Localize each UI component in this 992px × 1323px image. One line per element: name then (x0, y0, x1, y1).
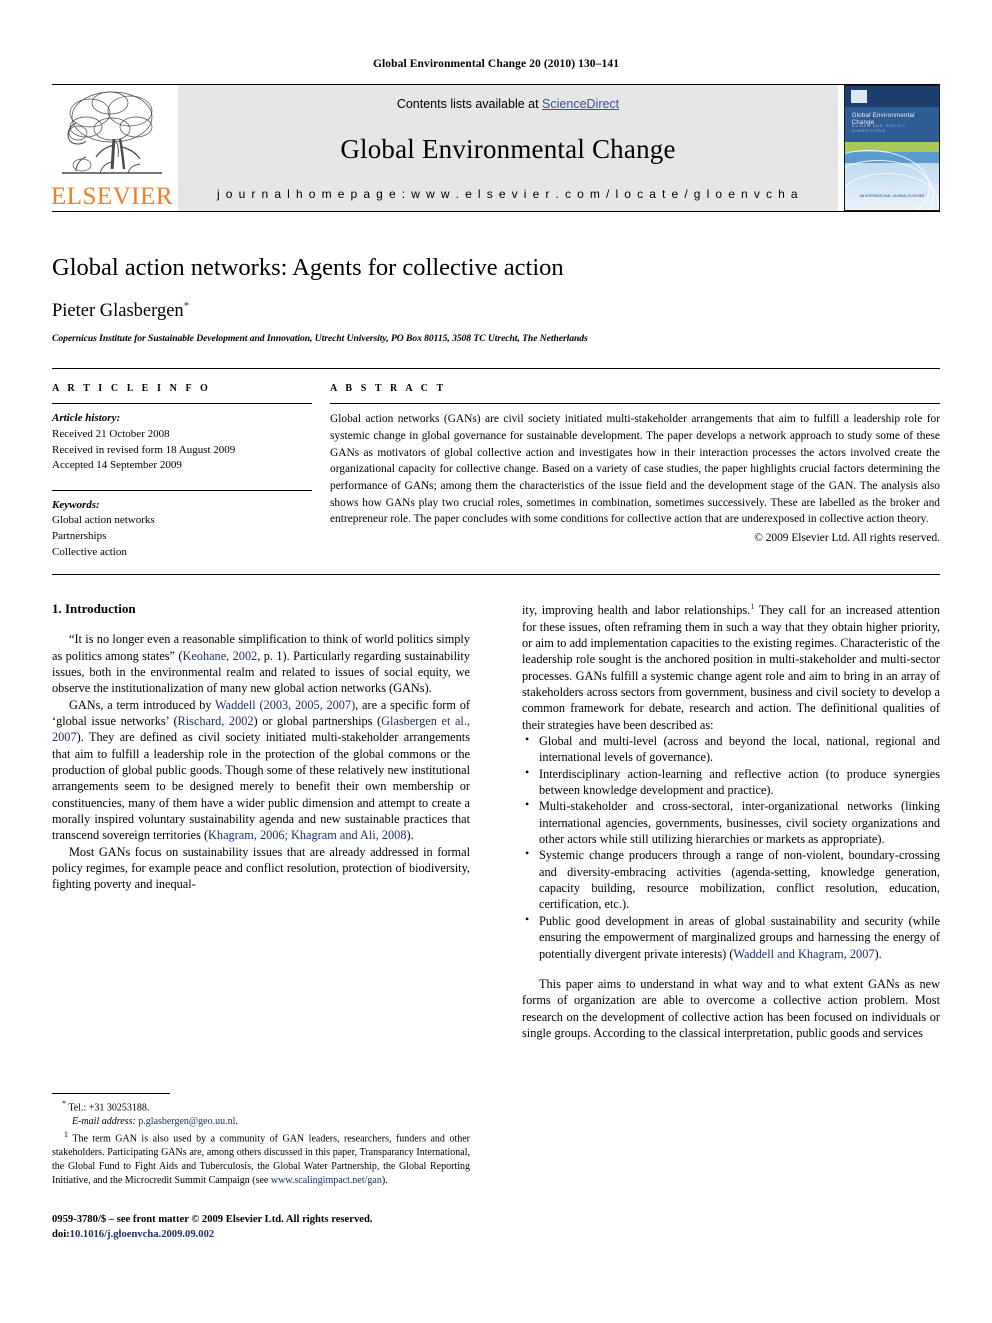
citation-waddell[interactable]: Waddell (2003, 2005, 2007) (215, 698, 355, 712)
para-text: ). They are defined as civil society ini… (52, 730, 470, 843)
footnotes: * Tel.: +31 30253188. E-mail address: p.… (52, 1093, 470, 1187)
para-text: ity, improving health and labor relation… (522, 603, 751, 618)
running-head: Global Environmental Change 20 (2010) 13… (372, 58, 620, 70)
abstract-rule (330, 403, 940, 405)
abstract-text: Global action networks (GANs) are civil … (330, 413, 940, 526)
author-line: Pieter Glasbergen* (52, 300, 940, 322)
contents-line: Contents lists available at ScienceDirec… (397, 97, 619, 111)
para-text: ). (406, 828, 414, 843)
para-text: ) or global partnerships ( (253, 713, 382, 728)
journal-homepage[interactable]: j o u r n a l h o m e p a g e : w w w . … (217, 187, 799, 201)
elsevier-wordmark: ELSEVIER (50, 183, 174, 210)
email-link[interactable]: p.glasbergen@geo.uu.nl (138, 1116, 235, 1127)
article-info-heading: A R T I C L E I N F O (52, 383, 211, 395)
sciencedirect-link[interactable]: ScienceDirect (542, 97, 619, 111)
journal-title: Global Environmental Change (340, 133, 676, 164)
citation-waddell-khagram[interactable]: Waddell and Khagram, 2007 (733, 947, 874, 961)
journal-masthead: ELSEVIER Contents lists available at Sci… (50, 85, 940, 211)
footnote-text: The term GAN is also used by a community… (52, 1133, 470, 1186)
title-block: Global action networks: Agents for colle… (52, 212, 940, 344)
article-history: Article history: Received 21 October 200… (52, 411, 312, 473)
history-item: Accepted 14 September 2009 (52, 459, 182, 472)
abstract-copyright: © 2009 Elsevier Ltd. All rights reserved… (754, 531, 940, 544)
article-history-label: Article history: (52, 412, 121, 425)
page-footer: 0959-3780/$ – see front matter © 2009 El… (52, 1212, 512, 1243)
strategy-qualities-list: Global and multi-level (across and beyon… (522, 732, 940, 962)
cover-footer-text: AN INTERNATIONAL JOURNAL ELSEVIER (859, 193, 925, 198)
footnote-gan-note: 1 The term GAN is also used by a communi… (52, 1129, 470, 1188)
contents-prefix: Contents lists available at (396, 97, 543, 111)
author-name: Pieter Glasbergen (52, 301, 184, 322)
info-abstract-row: A R T I C L E I N F O Article history: R… (52, 369, 940, 560)
article-title: Global action networks: Agents for colle… (52, 254, 564, 281)
list-item: Multi-stakeholder and cross-sectoral, in… (525, 797, 940, 847)
body-columns: 1. Introduction “It is no longer even a … (52, 601, 940, 1041)
list-item: Systemic change producers through a rang… (525, 846, 940, 912)
body-column-left: 1. Introduction “It is no longer even a … (52, 601, 470, 1041)
para-text: ). (874, 946, 882, 961)
list-item: Public good development in areas of glob… (525, 912, 940, 962)
doi-line: doi:10.1016/j.gloenvcha.2009.09.002 (52, 1227, 512, 1242)
scalingimpact-link[interactable]: www.scalingimpact.net/gan (271, 1175, 382, 1186)
footnote-rule (52, 1093, 170, 1094)
email-label: E-mail address: (72, 1116, 136, 1128)
footnote-email: E-mail address: p.glasbergen@geo.uu.nl. (72, 1116, 238, 1128)
article-info-rule (52, 403, 312, 405)
keywords-label: Keywords: (52, 498, 100, 511)
paragraph-intro-2: GANs, a term introduced by Waddell (2003… (52, 697, 470, 844)
abstract-heading: A B S T R A C T (330, 383, 447, 395)
footnote-text: Tel.: +31 30253188. (66, 1102, 150, 1114)
elsevier-tree-icon (56, 87, 168, 183)
keyword-item: Collective action (52, 545, 127, 558)
abstract-bottom-rule (52, 574, 940, 576)
footnote-text: ). (381, 1174, 388, 1186)
para-text: GANs, a term introduced by (69, 697, 216, 712)
keywords-block: Keywords: Global action networks Partner… (52, 489, 312, 560)
list-item: Interdisciplinary action-learning and re… (525, 765, 940, 799)
footnote-tel: * Tel.: +31 30253188. (52, 1098, 470, 1115)
list-item: Global and multi-level (across and beyon… (525, 732, 940, 766)
cover-subtitle: HUMAN AND POLICY DIMENSIONS (851, 122, 907, 133)
citation-rischard[interactable]: Rischard, 2002 (178, 714, 254, 728)
history-item: Received 21 October 2008 (52, 427, 170, 440)
cover-publisher-mark (850, 89, 867, 104)
corresponding-author-marker: * (183, 300, 190, 313)
abstract-column: A B S T R A C T Global action networks (… (330, 383, 940, 560)
journal-cover-thumbnail: Global Environmental Change HUMAN AND PO… (844, 85, 940, 211)
paragraph-intro-1: “It is no longer even a reasonable simpl… (52, 631, 470, 696)
affiliation: Copernicus Institute for Sustainable Dev… (52, 333, 588, 345)
keywords-rule (52, 489, 312, 491)
issn-line: 0959-3780/$ – see front matter © 2009 El… (52, 1214, 373, 1225)
doi-prefix: doi: (52, 1229, 70, 1241)
citation-khagram[interactable]: Khagram, 2006; Khagram and Ali, 2008 (208, 828, 406, 842)
history-item: Received in revised form 18 August 2009 (52, 443, 236, 456)
article-info-column: A R T I C L E I N F O Article history: R… (52, 383, 312, 560)
citation-keohane[interactable]: Keohane, 2002 (182, 649, 257, 663)
para-text: They call for an increased attention for… (522, 603, 940, 732)
section-title-introduction: 1. Introduction (52, 601, 136, 617)
doi-value[interactable]: 10.1016/j.gloenvcha.2009.09.002 (70, 1229, 215, 1240)
keyword-item: Global action networks (52, 514, 155, 527)
keyword-item: Partnerships (52, 529, 107, 542)
paragraph-intro-3: Most GANs focus on sustainability issues… (52, 844, 470, 892)
paper-page: Global Environmental Change 20 (2010) 13… (0, 0, 992, 1323)
body-column-right: ity, improving health and labor relation… (522, 601, 940, 1041)
paragraph-right-1: ity, improving health and labor relation… (522, 601, 940, 733)
journal-band: Contents lists available at ScienceDirec… (178, 85, 838, 211)
elsevier-logo: ELSEVIER (50, 85, 174, 211)
paragraph-right-2: This paper aims to understand in what wa… (522, 976, 940, 1040)
